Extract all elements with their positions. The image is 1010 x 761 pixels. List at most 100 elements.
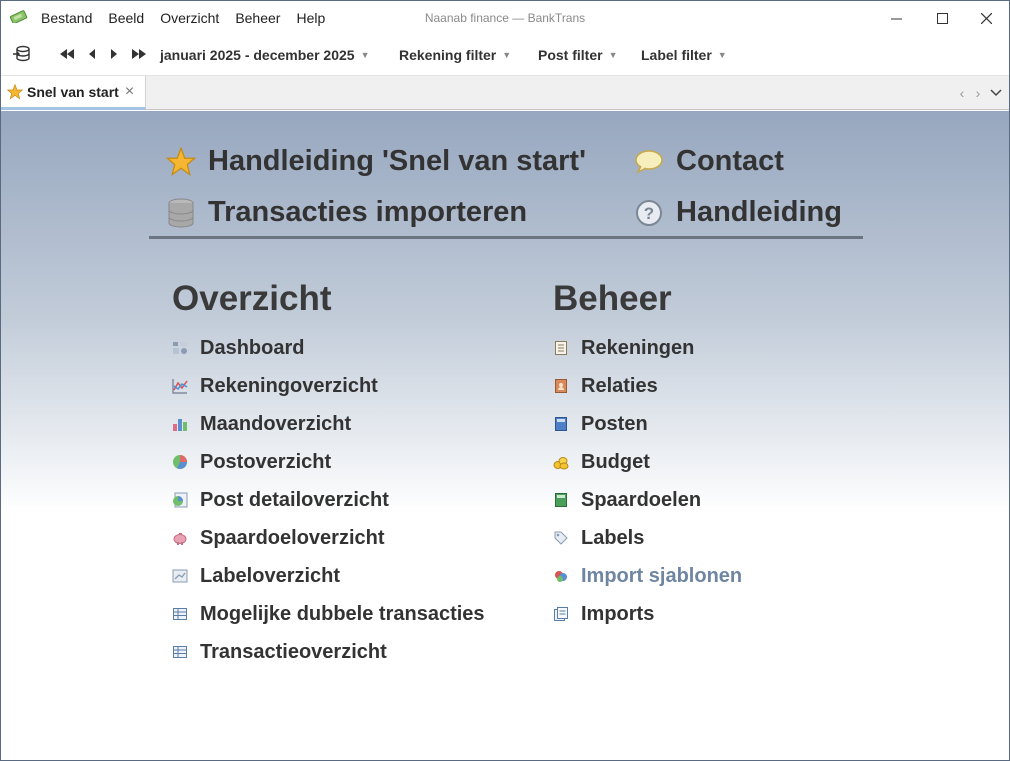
app-window: Bestand Beeld Overzicht Beheer Help Naan… <box>0 0 1010 761</box>
chevron-down-icon: ▼ <box>608 50 618 60</box>
start-page: Handleiding 'Snel van start' Contact Tra… <box>1 111 1009 760</box>
menu-overzicht[interactable]: Overzicht <box>152 1 227 35</box>
label-filter-dropdown[interactable]: Label filter ▼ <box>641 35 727 75</box>
link-maandoverzicht[interactable]: Maandoverzicht <box>172 411 351 437</box>
item-label: Rekeningoverzicht <box>200 374 378 397</box>
link-posten[interactable]: Posten <box>553 411 648 437</box>
app-logo-icon <box>10 10 28 23</box>
menu-bar: Bestand Beeld Overzicht Beheer Help <box>33 1 333 35</box>
link-imports[interactable]: Imports <box>553 601 654 627</box>
item-label: Labels <box>581 526 645 549</box>
link-import-sjablonen[interactable]: Import sjablonen <box>553 563 742 589</box>
quick-link-label: Handleiding <box>676 196 842 228</box>
maximize-button[interactable] <box>919 1 965 35</box>
speech-bubble-icon <box>634 147 664 177</box>
piggy-bank-icon <box>172 530 188 546</box>
left-arrow-icon <box>89 49 95 59</box>
label-filter-label: Label filter <box>641 47 712 63</box>
item-label: Rekeningen <box>581 336 695 359</box>
last-period-button[interactable] <box>129 43 149 65</box>
quick-link-handleiding[interactable]: ? Handleiding <box>634 196 842 229</box>
maximize-icon <box>936 12 948 24</box>
link-spaardoeloverzicht[interactable]: Spaardoeloverzicht <box>172 525 385 551</box>
link-rekeningen[interactable]: Rekeningen <box>553 335 694 361</box>
menu-beheer[interactable]: Beheer <box>227 1 288 35</box>
close-window-button[interactable] <box>963 1 1009 35</box>
overzicht-title: Overzicht <box>172 279 332 318</box>
quick-link-label: Handleiding 'Snel van start' <box>208 145 586 177</box>
rekening-filter-label: Rekening filter <box>399 47 497 63</box>
quick-link-transacties-importeren[interactable]: Transacties importeren <box>166 196 527 229</box>
item-label: Post detailoverzicht <box>200 488 389 511</box>
line-chart-icon <box>172 378 188 394</box>
pie-detail-icon <box>172 492 188 508</box>
rekening-filter-dropdown[interactable]: Rekening filter ▼ <box>399 35 511 75</box>
chevron-down-icon: ▼ <box>502 50 512 60</box>
quick-link-handleiding-snel[interactable]: Handleiding 'Snel van start' <box>166 145 586 178</box>
ledger-icon <box>553 340 569 356</box>
database-import-icon <box>13 45 30 62</box>
menu-bestand[interactable]: Bestand <box>33 1 100 35</box>
tab-list-button[interactable] <box>987 76 1005 110</box>
table-icon <box>172 644 188 660</box>
link-transactieoverzicht[interactable]: Transactieoverzicht <box>172 639 387 665</box>
database-icon <box>166 198 196 228</box>
item-label: Spaardoeloverzicht <box>200 526 385 549</box>
link-postoverzicht[interactable]: Postoverzicht <box>172 449 331 475</box>
tab-label: Snel van start <box>27 83 119 100</box>
link-mogelijke-dubbele-transacties[interactable]: Mogelijke dubbele transacties <box>172 601 485 627</box>
quick-link-label: Contact <box>676 145 784 177</box>
quick-link-contact[interactable]: Contact <box>634 145 784 178</box>
item-label: Postoverzicht <box>200 450 332 473</box>
blue-book-icon <box>553 416 569 432</box>
link-labels[interactable]: Labels <box>553 525 644 551</box>
link-budget[interactable]: Budget <box>553 449 650 475</box>
chevron-down-icon <box>990 89 1002 97</box>
link-relaties[interactable]: Relaties <box>553 373 658 399</box>
item-label: Dashboard <box>200 336 305 359</box>
item-label: Imports <box>581 602 655 625</box>
label-chart-icon <box>172 568 188 584</box>
dashboard-icon <box>172 340 188 356</box>
chevron-left-icon: ‹ <box>959 85 965 101</box>
link-labeloverzicht[interactable]: Labeloverzicht <box>172 563 340 589</box>
import-template-icon <box>553 568 569 584</box>
star-icon <box>166 146 196 177</box>
first-period-button[interactable] <box>57 43 77 65</box>
link-post-detailoverzicht[interactable]: Post detailoverzicht <box>172 487 389 513</box>
period-dropdown[interactable]: januari 2025 - december 2025 ▼ <box>160 35 369 75</box>
double-left-arrow-icon <box>60 49 74 59</box>
tab-scroll-right-button[interactable]: › <box>969 76 987 110</box>
title-bar: Bestand Beeld Overzicht Beheer Help Naan… <box>1 1 1009 35</box>
item-label: Relaties <box>581 374 658 397</box>
tab-strip: Snel van start × ‹ › <box>1 75 1009 110</box>
menu-beeld[interactable]: Beeld <box>100 1 152 35</box>
previous-period-button[interactable] <box>85 43 99 65</box>
tab-snel-van-start[interactable]: Snel van start × <box>1 76 146 110</box>
next-period-button[interactable] <box>107 43 121 65</box>
chevron-right-icon: › <box>975 85 981 101</box>
help-icon: ? <box>634 198 664 228</box>
period-label: januari 2025 - december 2025 <box>160 47 355 63</box>
import-database-button[interactable] <box>11 43 33 65</box>
chevron-down-icon: ▼ <box>717 50 727 60</box>
address-book-icon <box>553 378 569 394</box>
post-filter-dropdown[interactable]: Post filter ▼ <box>538 35 618 75</box>
menu-help[interactable]: Help <box>288 1 333 35</box>
tag-icon <box>553 530 569 546</box>
green-book-icon <box>553 492 569 508</box>
link-spaardoelen[interactable]: Spaardoelen <box>553 487 701 513</box>
pie-chart-icon <box>172 454 188 470</box>
beheer-title: Beheer <box>553 279 672 318</box>
link-rekeningoverzicht[interactable]: Rekeningoverzicht <box>172 373 378 399</box>
quick-link-label: Transacties importeren <box>208 196 528 228</box>
divider <box>149 236 863 239</box>
coins-icon <box>553 454 569 470</box>
imports-icon <box>553 606 569 622</box>
tab-close-icon[interactable]: × <box>125 83 134 100</box>
chevron-down-icon: ▼ <box>360 50 370 60</box>
svg-text:?: ? <box>644 204 654 223</box>
minimize-button[interactable] <box>873 1 919 35</box>
item-label: Spaardoelen <box>581 488 702 511</box>
link-dashboard[interactable]: Dashboard <box>172 335 304 361</box>
